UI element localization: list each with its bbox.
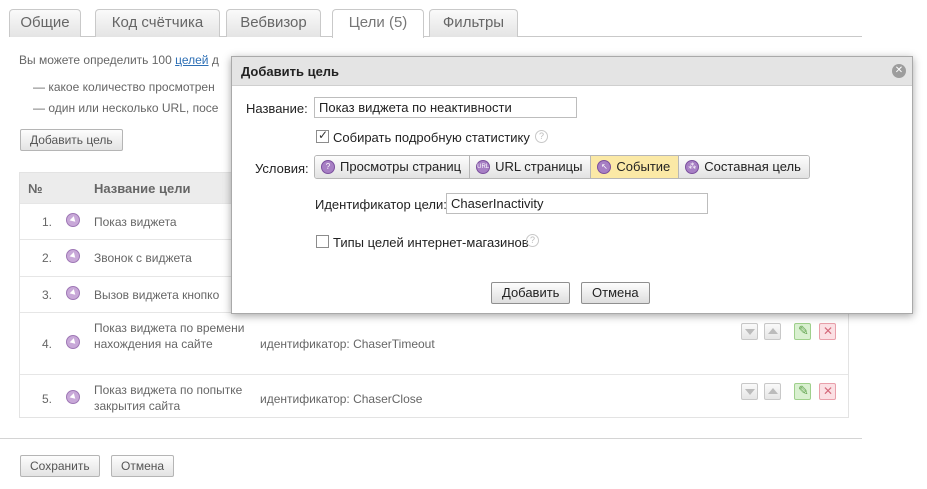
event-icon: [66, 249, 80, 263]
goal-name-input[interactable]: [314, 97, 577, 118]
goal-name: Показ виджета по времени нахождения на с…: [94, 321, 245, 351]
row-number: 2.: [41, 251, 52, 265]
close-icon[interactable]: ✕: [892, 64, 906, 78]
intro-prefix: Вы можете определить 100: [19, 53, 172, 67]
condition-event[interactable]: ↖ Событие: [591, 156, 680, 178]
divider: [0, 438, 862, 439]
add-goal-button[interactable]: Добавить цель: [20, 129, 123, 151]
table-row: 5. Показ виджета по попытке закрытия сай…: [20, 374, 848, 419]
tab-goals[interactable]: Цели (5): [332, 9, 424, 38]
save-button[interactable]: Сохранить: [20, 455, 100, 477]
name-label: Название:: [246, 101, 308, 116]
intro-bullet-1: — какое количество просмотрен: [33, 80, 215, 94]
goal-condition: идентификатор: ChaserTimeout: [260, 337, 435, 351]
move-down-button[interactable]: [741, 383, 758, 400]
event-icon: [66, 335, 80, 349]
row-number: 3.: [41, 288, 52, 302]
table-row: 4. Показ виджета по времени нахождения н…: [20, 312, 848, 374]
event-icon: ↖: [597, 160, 612, 174]
move-up-button[interactable]: [764, 323, 781, 340]
intro-text: Вы можете определить 100 целей д: [19, 53, 219, 67]
composite-goal-icon: ⁂: [685, 160, 700, 174]
pageviews-icon: ?: [321, 160, 335, 174]
goal-name: Вызов виджета кнопко: [94, 288, 220, 302]
delete-icon[interactable]: [819, 383, 836, 400]
event-icon: [66, 213, 80, 227]
condition-composite[interactable]: ⁂ Составная цель: [679, 156, 809, 178]
goals-link[interactable]: целей: [175, 53, 208, 67]
tab-webvisor[interactable]: Вебвизор: [226, 9, 321, 37]
url-icon: URL: [476, 160, 491, 174]
add-goal-dialog: Добавить цель ✕ Название: Собирать подро…: [231, 56, 913, 314]
goal-id-input[interactable]: [446, 193, 708, 214]
goal-name: Показ виджета по попытке закрытия сайта: [94, 383, 243, 413]
collect-stats-label: Собирать подробную статистику: [333, 130, 530, 145]
goal-name: Звонок с виджета: [94, 251, 192, 265]
tab-counter-code[interactable]: Код счётчика: [95, 9, 220, 37]
conditions-label: Условия:: [255, 161, 309, 176]
tab-bar: Общие Код счётчика Вебвизор Цели (5) Фил…: [9, 9, 862, 38]
help-icon[interactable]: ?: [535, 130, 548, 143]
delete-icon[interactable]: [819, 323, 836, 340]
row-number: 4.: [41, 337, 52, 351]
condition-composite-label: Составная цель: [704, 159, 801, 174]
shop-goal-types-label: Типы целей интернет-магазинов: [333, 235, 529, 250]
event-icon: [66, 286, 80, 300]
row-number: 1.: [41, 215, 52, 229]
row-number: 5.: [41, 392, 52, 406]
intro-suffix: д: [211, 53, 219, 67]
goal-id-label: Идентификатор цели:: [315, 197, 447, 212]
condition-url[interactable]: URL URL страницы: [470, 156, 592, 178]
column-header-number: №: [28, 181, 43, 196]
goal-condition: идентификатор: ChaserClose: [260, 392, 423, 406]
condition-pageviews-label: Просмотры страниц: [340, 159, 462, 174]
edit-icon[interactable]: [794, 323, 811, 340]
help-icon[interactable]: ?: [526, 234, 539, 247]
condition-type-selector: ? Просмотры страниц URL URL страницы ↖ С…: [314, 155, 810, 179]
goal-name: Показ виджета: [94, 215, 177, 229]
move-up-button[interactable]: [764, 383, 781, 400]
move-down-button[interactable]: [741, 323, 758, 340]
tab-general[interactable]: Общие: [9, 9, 81, 37]
dialog-title: Добавить цель: [241, 64, 340, 79]
condition-event-label: Событие: [616, 159, 671, 174]
condition-url-label: URL страницы: [495, 159, 583, 174]
condition-pageviews[interactable]: ? Просмотры страниц: [315, 156, 471, 178]
shop-goal-types-checkbox[interactable]: [316, 235, 329, 248]
collect-stats-checkbox[interactable]: [316, 128, 329, 143]
tab-filters[interactable]: Фильтры: [429, 9, 518, 37]
edit-icon[interactable]: [794, 383, 811, 400]
add-button[interactable]: Добавить: [491, 282, 571, 304]
cancel-button[interactable]: Отмена: [111, 455, 175, 477]
dialog-header: Добавить цель ✕: [232, 57, 912, 86]
column-header-name: Название цели: [94, 181, 191, 196]
intro-bullet-2: — один или несколько URL, посе: [33, 101, 219, 115]
event-icon: [66, 390, 80, 404]
dialog-cancel-button[interactable]: Отмена: [581, 282, 650, 304]
